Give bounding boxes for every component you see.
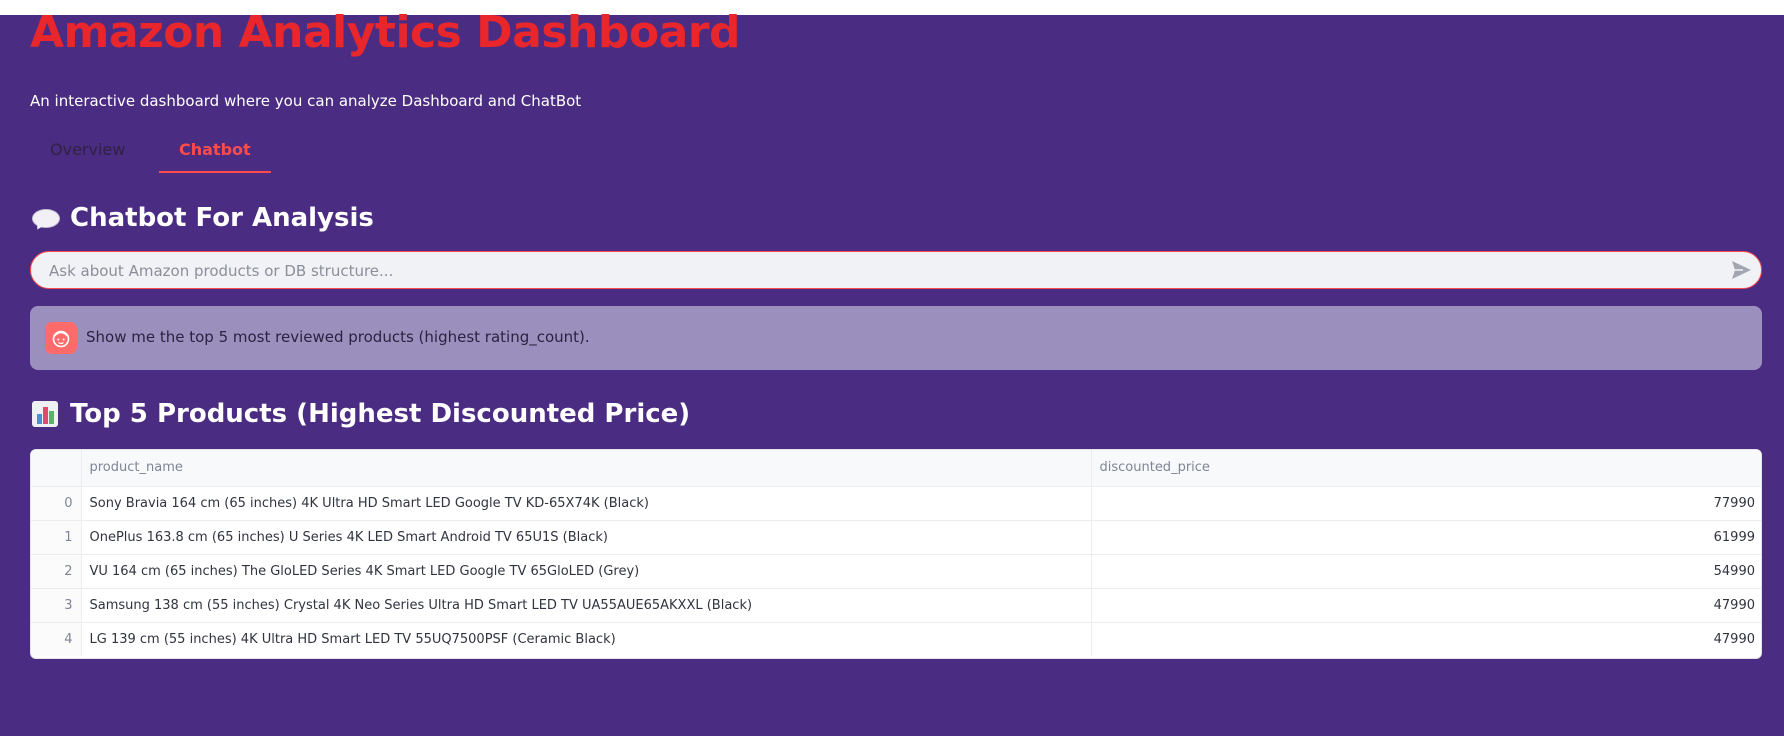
- send-button[interactable]: [1729, 259, 1753, 281]
- table-row: 1 OnePlus 163.8 cm (65 inches) U Series …: [31, 520, 1761, 555]
- product-name-cell[interactable]: Sony Bravia 164 cm (65 inches) 4K Ultra …: [81, 486, 1092, 521]
- row-index: 1: [31, 520, 82, 555]
- user-avatar-icon: [45, 322, 77, 354]
- row-index: 2: [31, 554, 82, 589]
- discounted-price-cell[interactable]: 61999: [1091, 520, 1761, 555]
- row-index: 4: [31, 622, 82, 656]
- tab-chatbot[interactable]: Chatbot: [159, 128, 271, 173]
- product-name-cell[interactable]: LG 139 cm (55 inches) 4K Ultra HD Smart …: [81, 622, 1092, 656]
- table-row: 4 LG 139 cm (55 inches) 4K Ultra HD Smar…: [31, 622, 1761, 656]
- discounted-price-column-header[interactable]: discounted_price: [1091, 450, 1761, 487]
- discounted-price-cell[interactable]: 54990: [1091, 554, 1761, 589]
- chat-input-container: [30, 251, 1762, 290]
- table-row: 2 VU 164 cm (65 inches) The GloLED Serie…: [31, 554, 1761, 589]
- results-heading-text: Top 5 Products (Highest Discounted Price…: [70, 399, 691, 429]
- product-name-column-header[interactable]: product_name: [81, 450, 1092, 487]
- table-header-row: product_name discounted_price: [31, 450, 1761, 487]
- page-subtitle: An interactive dashboard where you can a…: [30, 92, 582, 110]
- discounted-price-cell[interactable]: 47990: [1091, 622, 1761, 656]
- bar-chart-icon: [30, 399, 60, 429]
- row-index: 0: [31, 486, 82, 521]
- discounted-price-cell[interactable]: 47990: [1091, 588, 1761, 623]
- results-section-heading: Top 5 Products (Highest Discounted Price…: [30, 394, 690, 434]
- chat-input[interactable]: [47, 252, 1711, 290]
- user-chat-message: Show me the top 5 most reviewed products…: [30, 306, 1762, 370]
- product-name-cell[interactable]: VU 164 cm (65 inches) The GloLED Series …: [81, 554, 1092, 589]
- send-arrow-icon: [1732, 261, 1751, 279]
- user-message-text: Show me the top 5 most reviewed products…: [86, 328, 590, 346]
- chatbot-section-heading: Chatbot For Analysis: [30, 198, 374, 238]
- table-row: 3 Samsung 138 cm (55 inches) Crystal 4K …: [31, 588, 1761, 623]
- discounted-price-cell[interactable]: 77990: [1091, 486, 1761, 521]
- row-index: 3: [31, 588, 82, 623]
- tab-bar: Overview Chatbot: [30, 128, 1764, 173]
- product-name-cell[interactable]: Samsung 138 cm (55 inches) Crystal 4K Ne…: [81, 588, 1092, 623]
- product-name-cell[interactable]: OnePlus 163.8 cm (65 inches) U Series 4K…: [81, 520, 1092, 555]
- page-title: Amazon Analytics Dashboard: [30, 7, 740, 58]
- chatbot-heading-text: Chatbot For Analysis: [70, 203, 374, 233]
- data-table: product_name discounted_price 0 Sony Bra…: [31, 450, 1761, 656]
- tab-overview[interactable]: Overview: [30, 128, 145, 171]
- results-table[interactable]: product_name discounted_price 0 Sony Bra…: [30, 449, 1762, 659]
- table-row: 0 Sony Bravia 164 cm (65 inches) 4K Ultr…: [31, 486, 1761, 521]
- index-column-header[interactable]: [31, 450, 82, 487]
- speech-bubble-icon: [30, 203, 60, 233]
